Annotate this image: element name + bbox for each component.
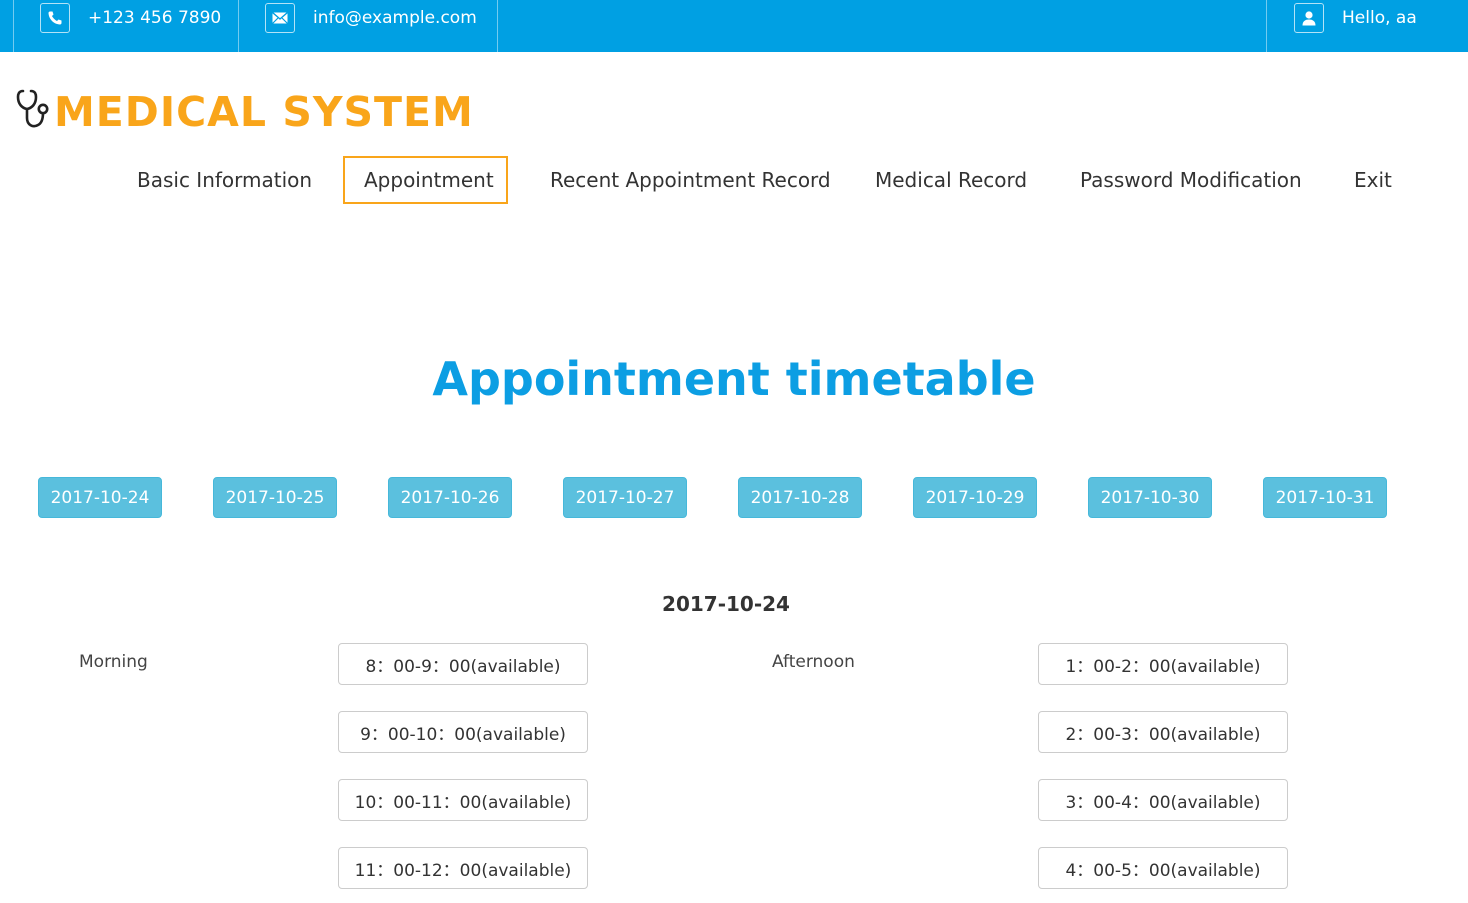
nav-password-modification[interactable]: Password Modification [1080, 156, 1302, 204]
time-slot-button[interactable]: 2：00-3：00(available) [1038, 711, 1288, 753]
afternoon-label: Afternoon [772, 652, 855, 672]
nav-appointment[interactable]: Appointment [343, 156, 508, 204]
top-bar: +123 456 7890 info@example.com Hello, aa [0, 0, 1468, 52]
time-slot-button[interactable]: 1：00-2：00(available) [1038, 643, 1288, 685]
divider [238, 0, 239, 52]
nav-medical-record[interactable]: Medical Record [875, 156, 1027, 204]
time-slot-button[interactable]: 11：00-12：00(available) [338, 847, 588, 889]
divider [497, 0, 498, 52]
date-button[interactable]: 2017-10-26 [388, 477, 512, 518]
time-slot-button[interactable]: 8：00-9：00(available) [338, 643, 588, 685]
date-button[interactable]: 2017-10-27 [563, 477, 687, 518]
page-title: Appointment timetable [432, 352, 1036, 406]
selected-date-heading: 2017-10-24 [662, 592, 790, 616]
date-button[interactable]: 2017-10-29 [913, 477, 1037, 518]
nav-basic-information[interactable]: Basic Information [137, 156, 312, 204]
date-button[interactable]: 2017-10-30 [1088, 477, 1212, 518]
time-slot-button[interactable]: 10：00-11：00(available) [338, 779, 588, 821]
morning-label: Morning [79, 652, 148, 672]
time-slot-button[interactable]: 9：00-10：00(available) [338, 711, 588, 753]
envelope-icon [265, 3, 295, 33]
time-slot-button[interactable]: 3：00-4：00(available) [1038, 779, 1288, 821]
divider [13, 0, 14, 52]
divider [1266, 0, 1267, 52]
time-slot-button[interactable]: 4：00-5：00(available) [1038, 847, 1288, 889]
user-icon [1294, 3, 1324, 33]
phone-icon [40, 3, 70, 33]
phone-contact[interactable]: +123 456 7890 [40, 0, 221, 52]
date-button[interactable]: 2017-10-25 [213, 477, 337, 518]
logo-text: MEDICAL SYSTEM [54, 88, 474, 136]
stethoscope-icon [14, 88, 50, 136]
date-button[interactable]: 2017-10-28 [738, 477, 862, 518]
site-logo[interactable]: MEDICAL SYSTEM [14, 88, 474, 136]
user-greeting: Hello, aa [1342, 8, 1417, 28]
email-contact[interactable]: info@example.com [265, 0, 477, 52]
nav-recent-appointment-record[interactable]: Recent Appointment Record [550, 156, 831, 204]
nav-exit[interactable]: Exit [1354, 156, 1392, 204]
user-menu[interactable]: Hello, aa [1294, 0, 1417, 52]
date-button[interactable]: 2017-10-31 [1263, 477, 1387, 518]
email-address: info@example.com [313, 8, 477, 28]
phone-number: +123 456 7890 [88, 8, 222, 28]
date-button[interactable]: 2017-10-24 [38, 477, 162, 518]
